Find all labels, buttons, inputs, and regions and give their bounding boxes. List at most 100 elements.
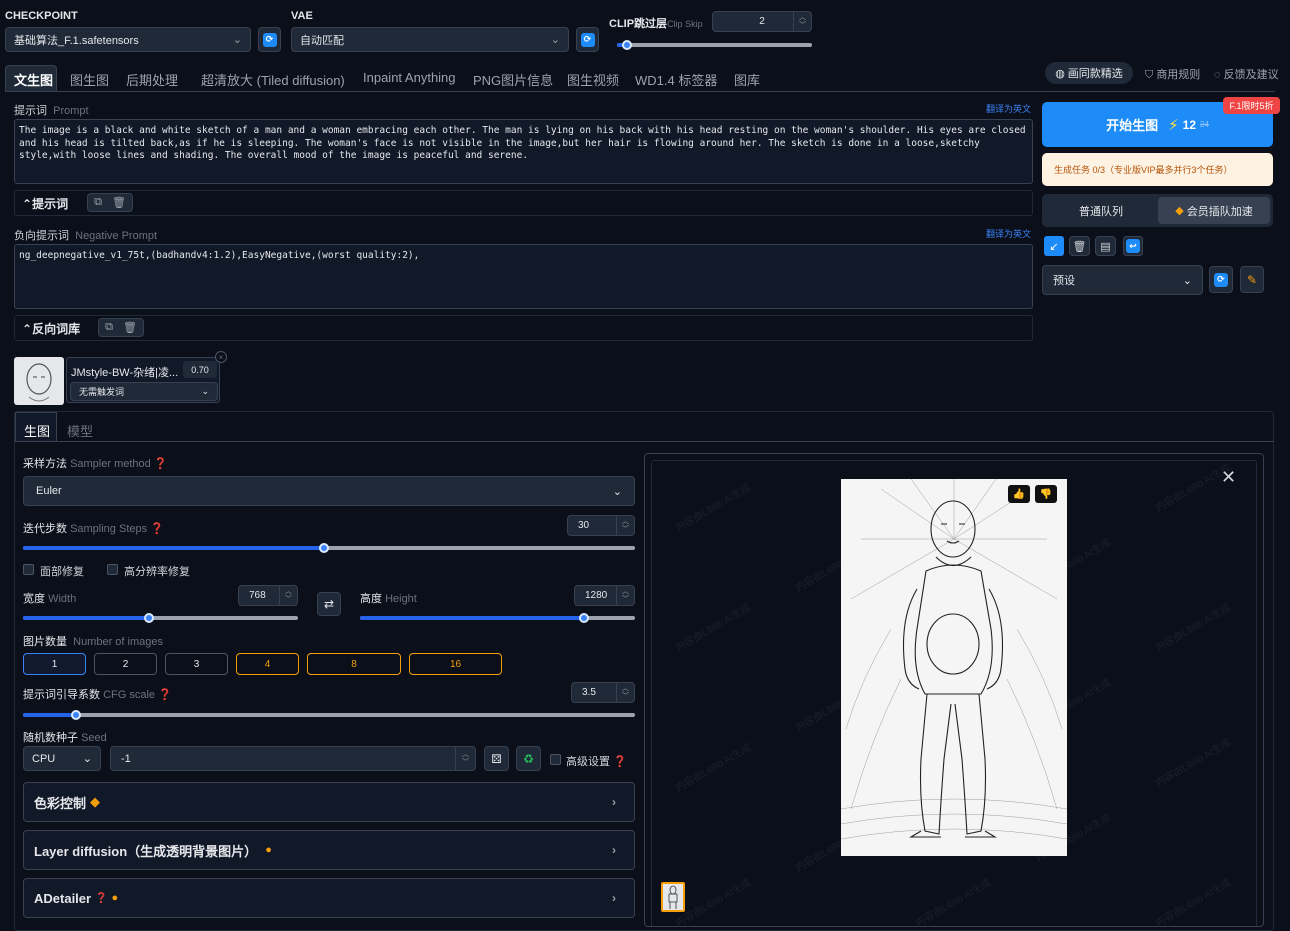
cfg-knob[interactable] (71, 710, 81, 720)
lora-remove-icon[interactable]: × (215, 351, 227, 363)
face-sketch-icon (26, 363, 52, 402)
width-label: 宽度 Width (23, 593, 77, 605)
tab-tiled-diffusion[interactable]: 超清放大 (Tiled diffusion) (201, 70, 345, 89)
swap-dimensions-button[interactable]: ⇄ (317, 592, 341, 616)
tab-postprocess[interactable]: 后期处理 (126, 70, 178, 89)
steps-input[interactable]: 30 ︿ ﹀ (567, 515, 635, 536)
checkpoint-label: CHECKPOINT (5, 10, 78, 22)
face-fix-checkbox[interactable] (23, 564, 34, 575)
copy-icon[interactable]: ⧉ (94, 196, 102, 209)
tab-inpaint-anything[interactable]: Inpaint Anything (363, 70, 456, 85)
queue-vip-button[interactable]: ◆ 会员插队加速 (1158, 197, 1270, 224)
width-knob[interactable] (144, 613, 154, 623)
negative-textarea[interactable]: ng_deepnegative_v1_75t,(badhandv4:1.2),E… (14, 244, 1033, 309)
subtab-model[interactable]: 模型 (67, 421, 93, 440)
chevron-down-icon: ⌄ (82, 753, 92, 765)
reuse-seed-button[interactable]: ♻ (516, 746, 541, 771)
rules-link[interactable]: ⛉ 商用规则 (1145, 66, 1200, 82)
discount-badge: F.1限时5折 (1223, 97, 1280, 114)
width-fill (23, 616, 149, 620)
chevron-down-icon: ⌄ (232, 34, 242, 46)
count-option-8[interactable]: 8 (307, 653, 401, 675)
refresh-checkpoint-button[interactable]: ⟳ (258, 27, 281, 52)
advanced-checkbox[interactable] (550, 754, 561, 765)
clip-skip-input[interactable]: 2 ︿ ﹀ (712, 11, 812, 32)
refresh-vae-button[interactable]: ⟳ (576, 27, 599, 52)
help-icon[interactable]: ❓ (154, 458, 168, 470)
thumbs-down-icon[interactable]: 👎 (1035, 485, 1057, 503)
cfg-label: 提示词引导系数 CFG scale ❓ (23, 689, 172, 701)
help-icon[interactable]: ❓ (150, 523, 164, 535)
apply-style-button[interactable]: ↙ (1044, 236, 1064, 256)
clip-skip-track[interactable] (617, 43, 812, 47)
cfg-track[interactable] (23, 713, 635, 717)
task-info: 生成任务 0/3（专业版VIP最多并行3个任务） (1042, 153, 1273, 186)
tab-img2video[interactable]: 图生视频 (567, 70, 619, 89)
tab-img2img[interactable]: 图生图 (70, 70, 109, 89)
clip-skip-knob[interactable] (622, 40, 632, 50)
tab-wd14-tagger[interactable]: WD1.4 标签器 (635, 70, 717, 89)
swap-icon: ⇄ (323, 597, 335, 611)
prompt-translate-link[interactable]: 翻译为英文 (986, 102, 1031, 115)
queue-normal-button[interactable]: 普通队列 (1047, 198, 1155, 224)
refresh-preset-button[interactable]: ⟳ (1209, 266, 1233, 293)
count-option-2[interactable]: 2 (94, 653, 157, 675)
clear-button[interactable]: 🗑 (1069, 236, 1090, 256)
seed-device-select[interactable]: CPU ⌄ (23, 746, 101, 771)
lora-thumbnail[interactable] (14, 357, 64, 405)
face-fix-label: 面部修复 (40, 566, 84, 578)
recycle-icon: ♻ (523, 751, 534, 766)
hires-fix-checkbox[interactable] (107, 564, 118, 575)
width-input[interactable]: 768 ︿ ﹀ (238, 585, 298, 606)
count-option-16[interactable]: 16 (409, 653, 502, 675)
lora-trigger-select[interactable]: 无需触发词 ⌄ (70, 382, 218, 401)
arrow-icon: ↙ (1049, 240, 1059, 253)
color-control-section[interactable]: 色彩控制 ◆ › (23, 782, 635, 822)
prompt-library-toggle[interactable]: ⌃提示词 (22, 195, 68, 212)
tab-png-info[interactable]: PNG图片信息 (473, 70, 553, 89)
count-option-3[interactable]: 3 (165, 653, 228, 675)
steps-knob[interactable] (319, 543, 329, 553)
prompt-textarea[interactable]: The image is a black and white sketch of… (14, 119, 1033, 184)
adetailer-section[interactable]: ADetailer ❓ ● › (23, 878, 635, 918)
layer-diffusion-section[interactable]: Layer diffusion（生成透明背景图片） ● › (23, 830, 635, 870)
thumbs-up-icon[interactable]: 👍 (1008, 485, 1030, 503)
restore-button[interactable]: ↩ (1123, 236, 1143, 256)
help-icon[interactable]: ❓ (613, 756, 627, 768)
height-input[interactable]: 1280 ︿ ﹀ (574, 585, 635, 606)
cfg-input[interactable]: 3.5 ︿ ﹀ (571, 682, 635, 703)
copy-icon[interactable]: ⧉ (105, 321, 113, 334)
save-style-button[interactable]: ▤ (1095, 236, 1116, 256)
edit-preset-button[interactable]: ✎ (1240, 266, 1264, 293)
collapse-icon: ⌃ (22, 322, 33, 336)
checkpoint-select[interactable]: 基础算法_F.1.safetensors ⌄ (5, 27, 251, 52)
output-thumbnail[interactable] (661, 882, 685, 912)
feedback-link[interactable]: ◌ 反馈及建议 (1214, 66, 1279, 82)
generated-image[interactable] (841, 479, 1067, 856)
lora-weight[interactable]: 0.70 (183, 361, 217, 378)
negative-label: 负向提示词 Negative Prompt (14, 230, 158, 242)
preset-select[interactable]: 预设 ⌄ (1042, 265, 1203, 295)
seed-input[interactable]: -1 ︿ ﹀ (110, 746, 476, 771)
negative-library-toggle[interactable]: ⌃反向词库 (22, 320, 80, 337)
trash-icon[interactable]: 🗑 (112, 196, 126, 209)
tab-gallery[interactable]: 图库 (734, 70, 760, 89)
vae-select[interactable]: 自动匹配 ⌄ (291, 27, 569, 52)
gallery-pick-button[interactable]: ◍ 画同款精选 (1045, 62, 1133, 84)
tab-txt2img[interactable]: 文生图 (14, 70, 53, 89)
height-knob[interactable] (579, 613, 589, 623)
close-icon[interactable]: ✕ (1221, 467, 1236, 488)
steps-label: 迭代步数 Sampling Steps ❓ (23, 523, 164, 535)
negative-translate-link[interactable]: 翻译为英文 (986, 227, 1031, 240)
vae-label: VAE (291, 10, 313, 22)
help-icon[interactable]: ❓ (158, 689, 172, 701)
trash-icon[interactable]: 🗑 (123, 321, 137, 334)
random-seed-button[interactable]: ⚄ (484, 746, 509, 771)
cfg-fill (23, 713, 76, 717)
dice-icon: ⚄ (491, 751, 502, 766)
help-icon[interactable]: ❓ (95, 893, 107, 904)
subtab-generate[interactable]: 生图 (24, 421, 50, 440)
count-option-4[interactable]: 4 (236, 653, 299, 675)
sampler-select[interactable]: Euler ⌄ (23, 476, 635, 506)
count-option-1[interactable]: 1 (23, 653, 86, 675)
